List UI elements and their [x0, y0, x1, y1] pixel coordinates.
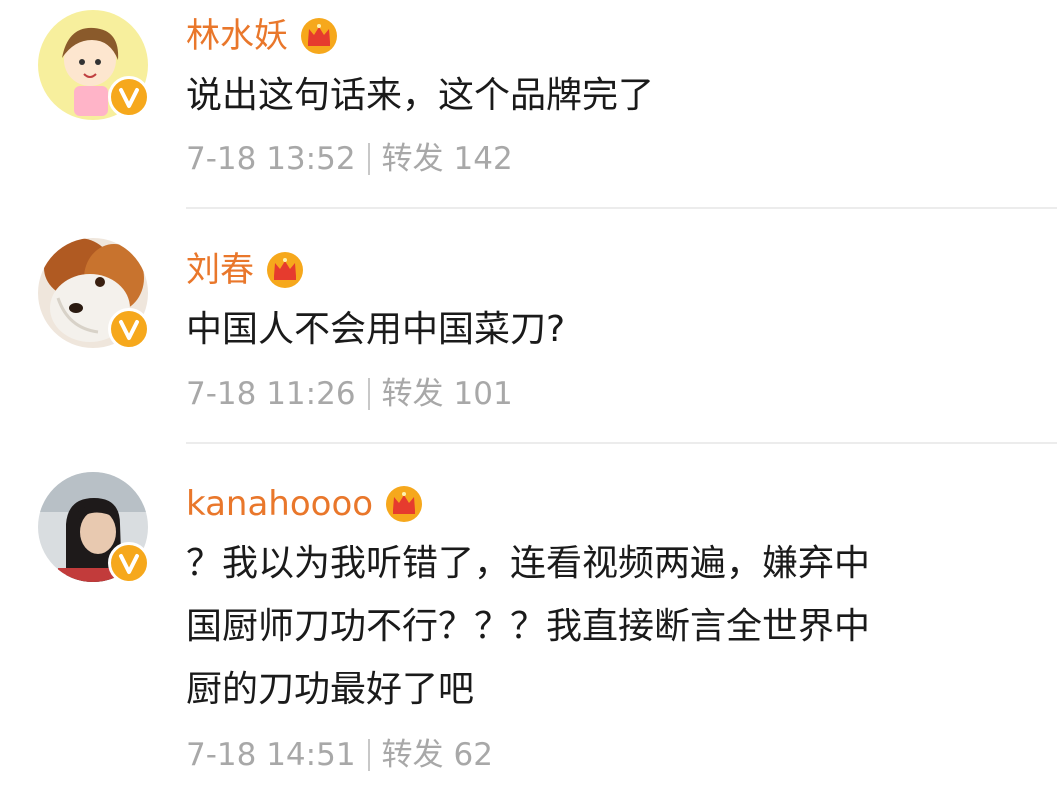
divider [186, 442, 1057, 444]
repost-button[interactable]: 转发 [382, 733, 444, 777]
repost-count: 101 [453, 376, 513, 412]
meta-divider [367, 378, 370, 410]
comment-meta: 7-18 14:51 转发 62 [186, 733, 493, 777]
comment-header: 林水妖 [186, 12, 338, 60]
comment-header: kanahoooo [186, 480, 423, 528]
vip-crown-icon [300, 17, 338, 55]
repost-count: 142 [453, 141, 513, 177]
vip-crown-icon [266, 251, 304, 289]
comment-line: 国厨师刀功不行？？？我直接断言全世界中 [186, 606, 871, 647]
comment-line: ？我以为我听错了，连看视频两遍，嫌弃中 [186, 543, 871, 584]
vip-crown-icon [385, 485, 423, 523]
verified-v-icon [108, 308, 150, 350]
repost-button[interactable]: 转发 [382, 372, 444, 416]
meta-divider [367, 143, 370, 175]
comment-line: 说出这句话来，这个品牌完了 [186, 75, 655, 116]
comment-line: 中国人不会用中国菜刀? [186, 309, 566, 350]
comment-meta: 7-18 11:26 转发 101 [186, 372, 513, 416]
repost-button[interactable]: 转发 [382, 137, 444, 181]
comment-text: 说出这句话来，这个品牌完了 [186, 64, 1036, 127]
comment-meta: 7-18 13:52 转发 142 [186, 137, 513, 181]
divider [186, 207, 1057, 209]
username[interactable]: 刘春 [186, 246, 254, 294]
repost-count: 62 [453, 737, 493, 773]
username[interactable]: kanahoooo [186, 480, 373, 528]
timestamp: 7-18 14:51 [186, 737, 356, 773]
comment-line: 厨的刀功最好了吧 [186, 669, 475, 710]
timestamp: 7-18 11:26 [186, 376, 356, 412]
timestamp: 7-18 13:52 [186, 141, 356, 177]
verified-v-icon [108, 76, 150, 118]
comment-header: 刘春 [186, 246, 304, 294]
comment-text: ？我以为我听错了，连看视频两遍，嫌弃中 国厨师刀功不行？？？我直接断言全世界中 … [186, 532, 1036, 721]
username[interactable]: 林水妖 [186, 12, 288, 60]
verified-v-icon [108, 542, 150, 584]
comment-text: 中国人不会用中国菜刀? [186, 298, 1036, 361]
meta-divider [367, 739, 370, 771]
